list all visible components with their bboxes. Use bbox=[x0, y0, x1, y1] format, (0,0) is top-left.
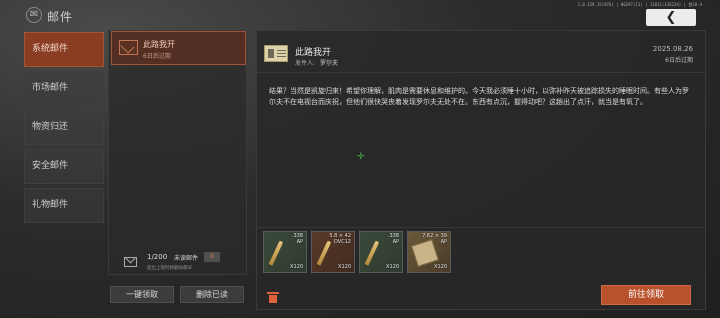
attachment-quantity: X120 bbox=[338, 264, 351, 270]
attachment-sublabel: AP bbox=[392, 239, 399, 245]
category-sidebar: 系统邮件 市场邮件 物资归还 安全邮件 礼物邮件 bbox=[24, 32, 104, 227]
category-system[interactable]: 系统邮件 bbox=[24, 32, 104, 67]
unread-badge: 0 bbox=[204, 252, 220, 262]
category-security[interactable]: 安全邮件 bbox=[24, 149, 104, 184]
attachment-quantity: X120 bbox=[290, 264, 303, 270]
mail-body: 结果？当然是凯旋归来！希望你理解，肌肉是需要休息和维护的。今天我必须睡十小时，以… bbox=[269, 87, 689, 106]
attachment-item[interactable]: .338 AP X120 bbox=[359, 231, 403, 273]
sender-label: 发件人: bbox=[295, 60, 316, 67]
ammo-box-icon bbox=[411, 239, 439, 267]
mail-list: 此路我开 6日后过期 bbox=[108, 30, 247, 275]
header-bar: ✉ 邮件 1.0.159.15(076) | 06297(I3) | 11011… bbox=[0, 0, 720, 30]
mail-list-item[interactable]: 此路我开 6日后过期 bbox=[111, 31, 246, 65]
mail-title: 此路我开 bbox=[295, 48, 332, 58]
envelope-icon bbox=[124, 257, 137, 267]
bullet-icon bbox=[268, 240, 284, 266]
unread-label: 未读邮件 bbox=[174, 255, 199, 262]
capacity-note: 超出上限时将删除最早 bbox=[147, 266, 192, 271]
attachment-quantity: X120 bbox=[386, 264, 399, 270]
delete-read-button[interactable]: 删除已读 bbox=[180, 286, 244, 303]
attachment-item[interactable]: 7.62 × 39 AP X120 bbox=[407, 231, 451, 273]
unread-summary: 1/200 未读邮件 0 超出上限时将删除最早 bbox=[108, 248, 247, 278]
version-info: 1.0.159.15(076) | 06297(I3) | 11011(1362… bbox=[577, 2, 702, 7]
attachments-area: .338 AP X120 5.8 × 42 DVC12 X120 .338 AP… bbox=[257, 227, 705, 279]
trash-icon[interactable] bbox=[267, 291, 279, 303]
category-supply-return[interactable]: 物资归还 bbox=[24, 110, 104, 145]
sender-card-icon bbox=[264, 45, 288, 62]
attachment-item[interactable]: .338 AP X120 bbox=[263, 231, 307, 273]
crosshair-icon: ✛ bbox=[357, 152, 365, 162]
mail-logo-icon: ✉ bbox=[26, 7, 42, 23]
mail-date: 2025.08.26 bbox=[652, 45, 693, 53]
mail-count: 1/200 bbox=[147, 253, 168, 261]
mail-detail-header: 此路我开 发件人: 罗尔夫 2025.08.26 6日后过期 bbox=[257, 31, 705, 73]
mail-expiry: 6日后过期 bbox=[665, 57, 693, 64]
page-title: 邮件 bbox=[47, 10, 74, 24]
mail-item-title: 此路我开 bbox=[143, 40, 175, 49]
mail-detail-panel: 此路我开 发件人: 罗尔夫 2025.08.26 6日后过期 结果？当然是凯旋归来… bbox=[256, 30, 706, 310]
attachment-sublabel: AP bbox=[296, 239, 303, 245]
mail-item-expiry: 6日后过期 bbox=[143, 53, 171, 60]
back-button[interactable]: ❮ bbox=[646, 9, 696, 26]
attachment-quantity: X120 bbox=[434, 264, 447, 270]
bullet-icon bbox=[316, 240, 332, 266]
category-market[interactable]: 市场邮件 bbox=[24, 71, 104, 106]
category-gift[interactable]: 礼物邮件 bbox=[24, 188, 104, 223]
back-arrow-icon: ❮ bbox=[665, 10, 677, 25]
envelope-icon bbox=[119, 40, 138, 55]
sender-name: 罗尔夫 bbox=[320, 60, 339, 67]
mail-sender: 发件人: 罗尔夫 bbox=[295, 58, 338, 67]
attachment-sublabel: AP bbox=[440, 239, 447, 245]
attachment-sublabel: DVC12 bbox=[333, 239, 351, 245]
bullet-icon bbox=[364, 240, 380, 266]
attachment-item[interactable]: 5.8 × 42 DVC12 X120 bbox=[311, 231, 355, 273]
claim-all-button[interactable]: 一键领取 bbox=[110, 286, 174, 303]
go-claim-button[interactable]: 前往领取 bbox=[601, 285, 691, 305]
